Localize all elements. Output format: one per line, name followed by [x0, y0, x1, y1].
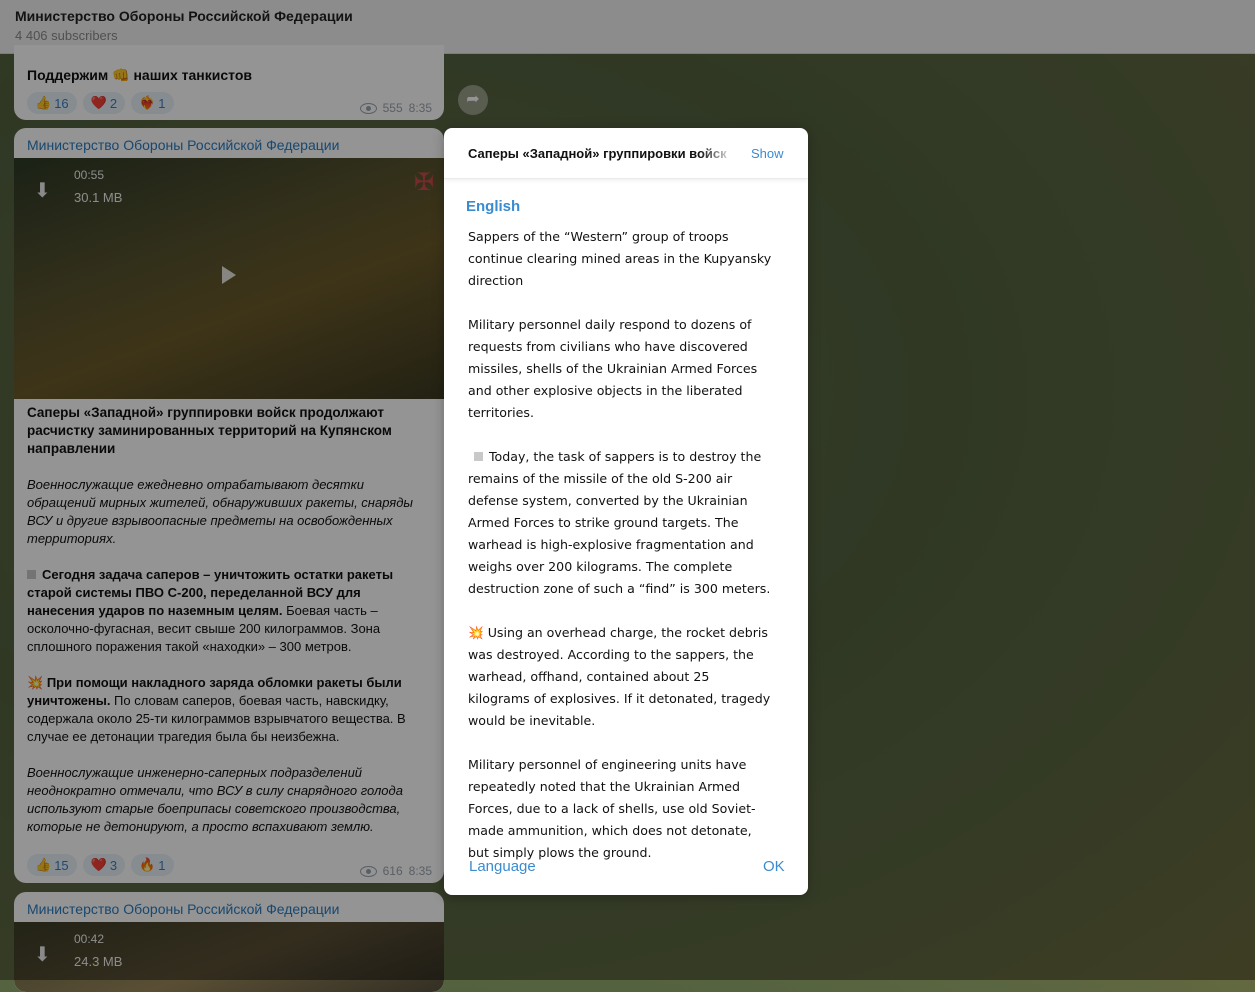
translated-paragraph: 💥 Using an overhead charge, the rocket d…	[468, 622, 772, 732]
original-text-preview: Саперы «Западной» группировки войск прод…	[468, 146, 730, 161]
translated-paragraph: Military personnel daily respond to doze…	[468, 317, 758, 420]
translated-paragraph: Today, the task of sappers is to destroy…	[468, 446, 772, 600]
paragraph-text: Today, the task of sappers is to destroy…	[468, 449, 771, 596]
target-language-label: English	[466, 198, 521, 215]
show-original-button[interactable]: Show	[751, 146, 784, 161]
translation-dialog: Саперы «Западной» группировки войск прод…	[444, 128, 808, 895]
translated-text: Sappers of the “Western” group of troops…	[468, 226, 772, 886]
translated-paragraph: Sappers of the “Western” group of troops…	[468, 229, 772, 288]
text-fade	[700, 140, 734, 166]
ok-button[interactable]: OK	[763, 858, 785, 875]
original-text-bar: Саперы «Западной» группировки войск прод…	[444, 128, 808, 179]
paragraph-text: Using an overhead charge, the rocket deb…	[468, 625, 771, 728]
square-icon	[474, 452, 483, 461]
explosion-icon: 💥	[468, 625, 484, 640]
translated-paragraph: Military personnel of engineering units …	[468, 757, 756, 860]
language-button[interactable]: Language	[469, 858, 536, 875]
